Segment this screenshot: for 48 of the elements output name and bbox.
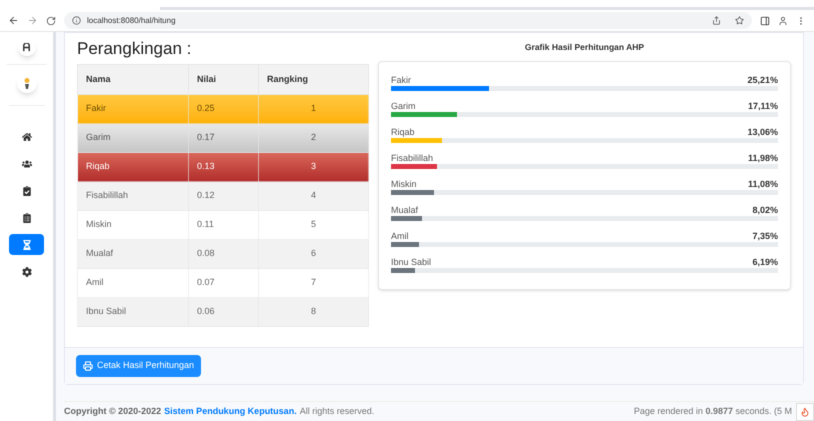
printer-icon bbox=[83, 361, 93, 371]
bar-value: 8,02% bbox=[752, 204, 778, 216]
bar-label: Mualaf bbox=[391, 204, 418, 216]
print-button[interactable]: Cetak Hasil Perhitungan bbox=[76, 355, 202, 377]
copyright-text: Copyright © 2020-2022 bbox=[64, 404, 162, 418]
bar-label: Miskin bbox=[391, 178, 417, 190]
home-icon bbox=[22, 132, 32, 142]
share-icon[interactable] bbox=[712, 16, 721, 25]
flame-icon bbox=[800, 406, 810, 416]
logo-icon bbox=[18, 38, 36, 56]
chart-title: Grafik Hasil Perhitungan AHP bbox=[524, 41, 646, 54]
ranking-title: Perangkingan : bbox=[77, 38, 192, 60]
bar-value: 11,08% bbox=[748, 178, 778, 190]
reload-icon[interactable] bbox=[46, 16, 56, 26]
table-cell: 8 bbox=[258, 298, 368, 326]
bar-label: Fakir bbox=[391, 74, 411, 86]
bar-value: 13,06% bbox=[747, 126, 778, 138]
bookmark-icon[interactable] bbox=[735, 16, 744, 25]
url-text: localhost:8080/hal/hitung bbox=[87, 14, 176, 26]
bar-label: Garim bbox=[391, 100, 416, 112]
address-bar[interactable]: localhost:8080/hal/hitung bbox=[64, 12, 752, 29]
render-time-text: Page rendered in 0.9877 seconds. (5 M bbox=[634, 404, 792, 418]
footer-link[interactable]: Sistem Pendukung Keputusan. bbox=[164, 404, 297, 418]
users-icon bbox=[22, 158, 32, 168]
table-cell: Ibnu Sabil bbox=[78, 298, 188, 326]
bar-label: Fisabilillah bbox=[391, 152, 434, 164]
column-header: Nama bbox=[78, 64, 188, 94]
bar-value: 17,11% bbox=[748, 100, 778, 112]
table-cell: 0.06 bbox=[188, 298, 258, 326]
bar-value: 25,21% bbox=[747, 74, 778, 86]
clipboard-list-icon bbox=[22, 212, 32, 222]
hourglass-nav-item[interactable] bbox=[9, 234, 44, 255]
back-icon[interactable] bbox=[8, 15, 19, 26]
settings-icon bbox=[22, 266, 32, 276]
bar-value: 7,35% bbox=[752, 230, 778, 242]
bar-label: Amil bbox=[391, 230, 408, 242]
info-icon[interactable] bbox=[72, 16, 81, 25]
debug-toolbar-button[interactable] bbox=[796, 402, 814, 420]
bar-value: 6,19% bbox=[752, 256, 778, 268]
rights-text: All rights reserved. bbox=[300, 404, 374, 418]
hourglass-icon bbox=[22, 240, 32, 250]
clipboard-check-icon bbox=[22, 186, 32, 196]
side-panel-icon[interactable] bbox=[760, 16, 770, 26]
avatar-icon bbox=[16, 73, 36, 93]
profile-icon[interactable] bbox=[778, 16, 788, 26]
bar-value: 11,98% bbox=[748, 152, 778, 164]
bar-label: Ibnu Sabil bbox=[391, 256, 432, 268]
bar-label: Riqab bbox=[391, 126, 415, 138]
